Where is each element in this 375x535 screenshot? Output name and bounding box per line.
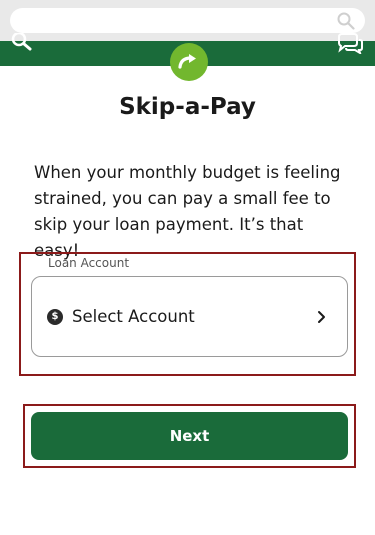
chevron-right-icon[interactable] bbox=[315, 308, 327, 326]
next-button[interactable]: Next bbox=[31, 412, 348, 460]
search-icon[interactable] bbox=[9, 33, 33, 51]
skip-arrow-icon bbox=[178, 54, 196, 69]
loan-account-label: Loan Account bbox=[48, 256, 130, 270]
chat-icon[interactable] bbox=[337, 32, 363, 54]
intro-text: When your monthly budget is feeling stra… bbox=[34, 163, 341, 260]
dollar-icon: $ bbox=[47, 309, 63, 325]
search-area bbox=[0, 0, 375, 41]
select-account-value[interactable]: Select Account bbox=[72, 307, 195, 326]
search-icon[interactable] bbox=[337, 12, 355, 30]
page-title: Skip-a-Pay bbox=[119, 94, 256, 120]
skip-badge bbox=[170, 43, 208, 81]
search-input[interactable] bbox=[10, 8, 365, 33]
